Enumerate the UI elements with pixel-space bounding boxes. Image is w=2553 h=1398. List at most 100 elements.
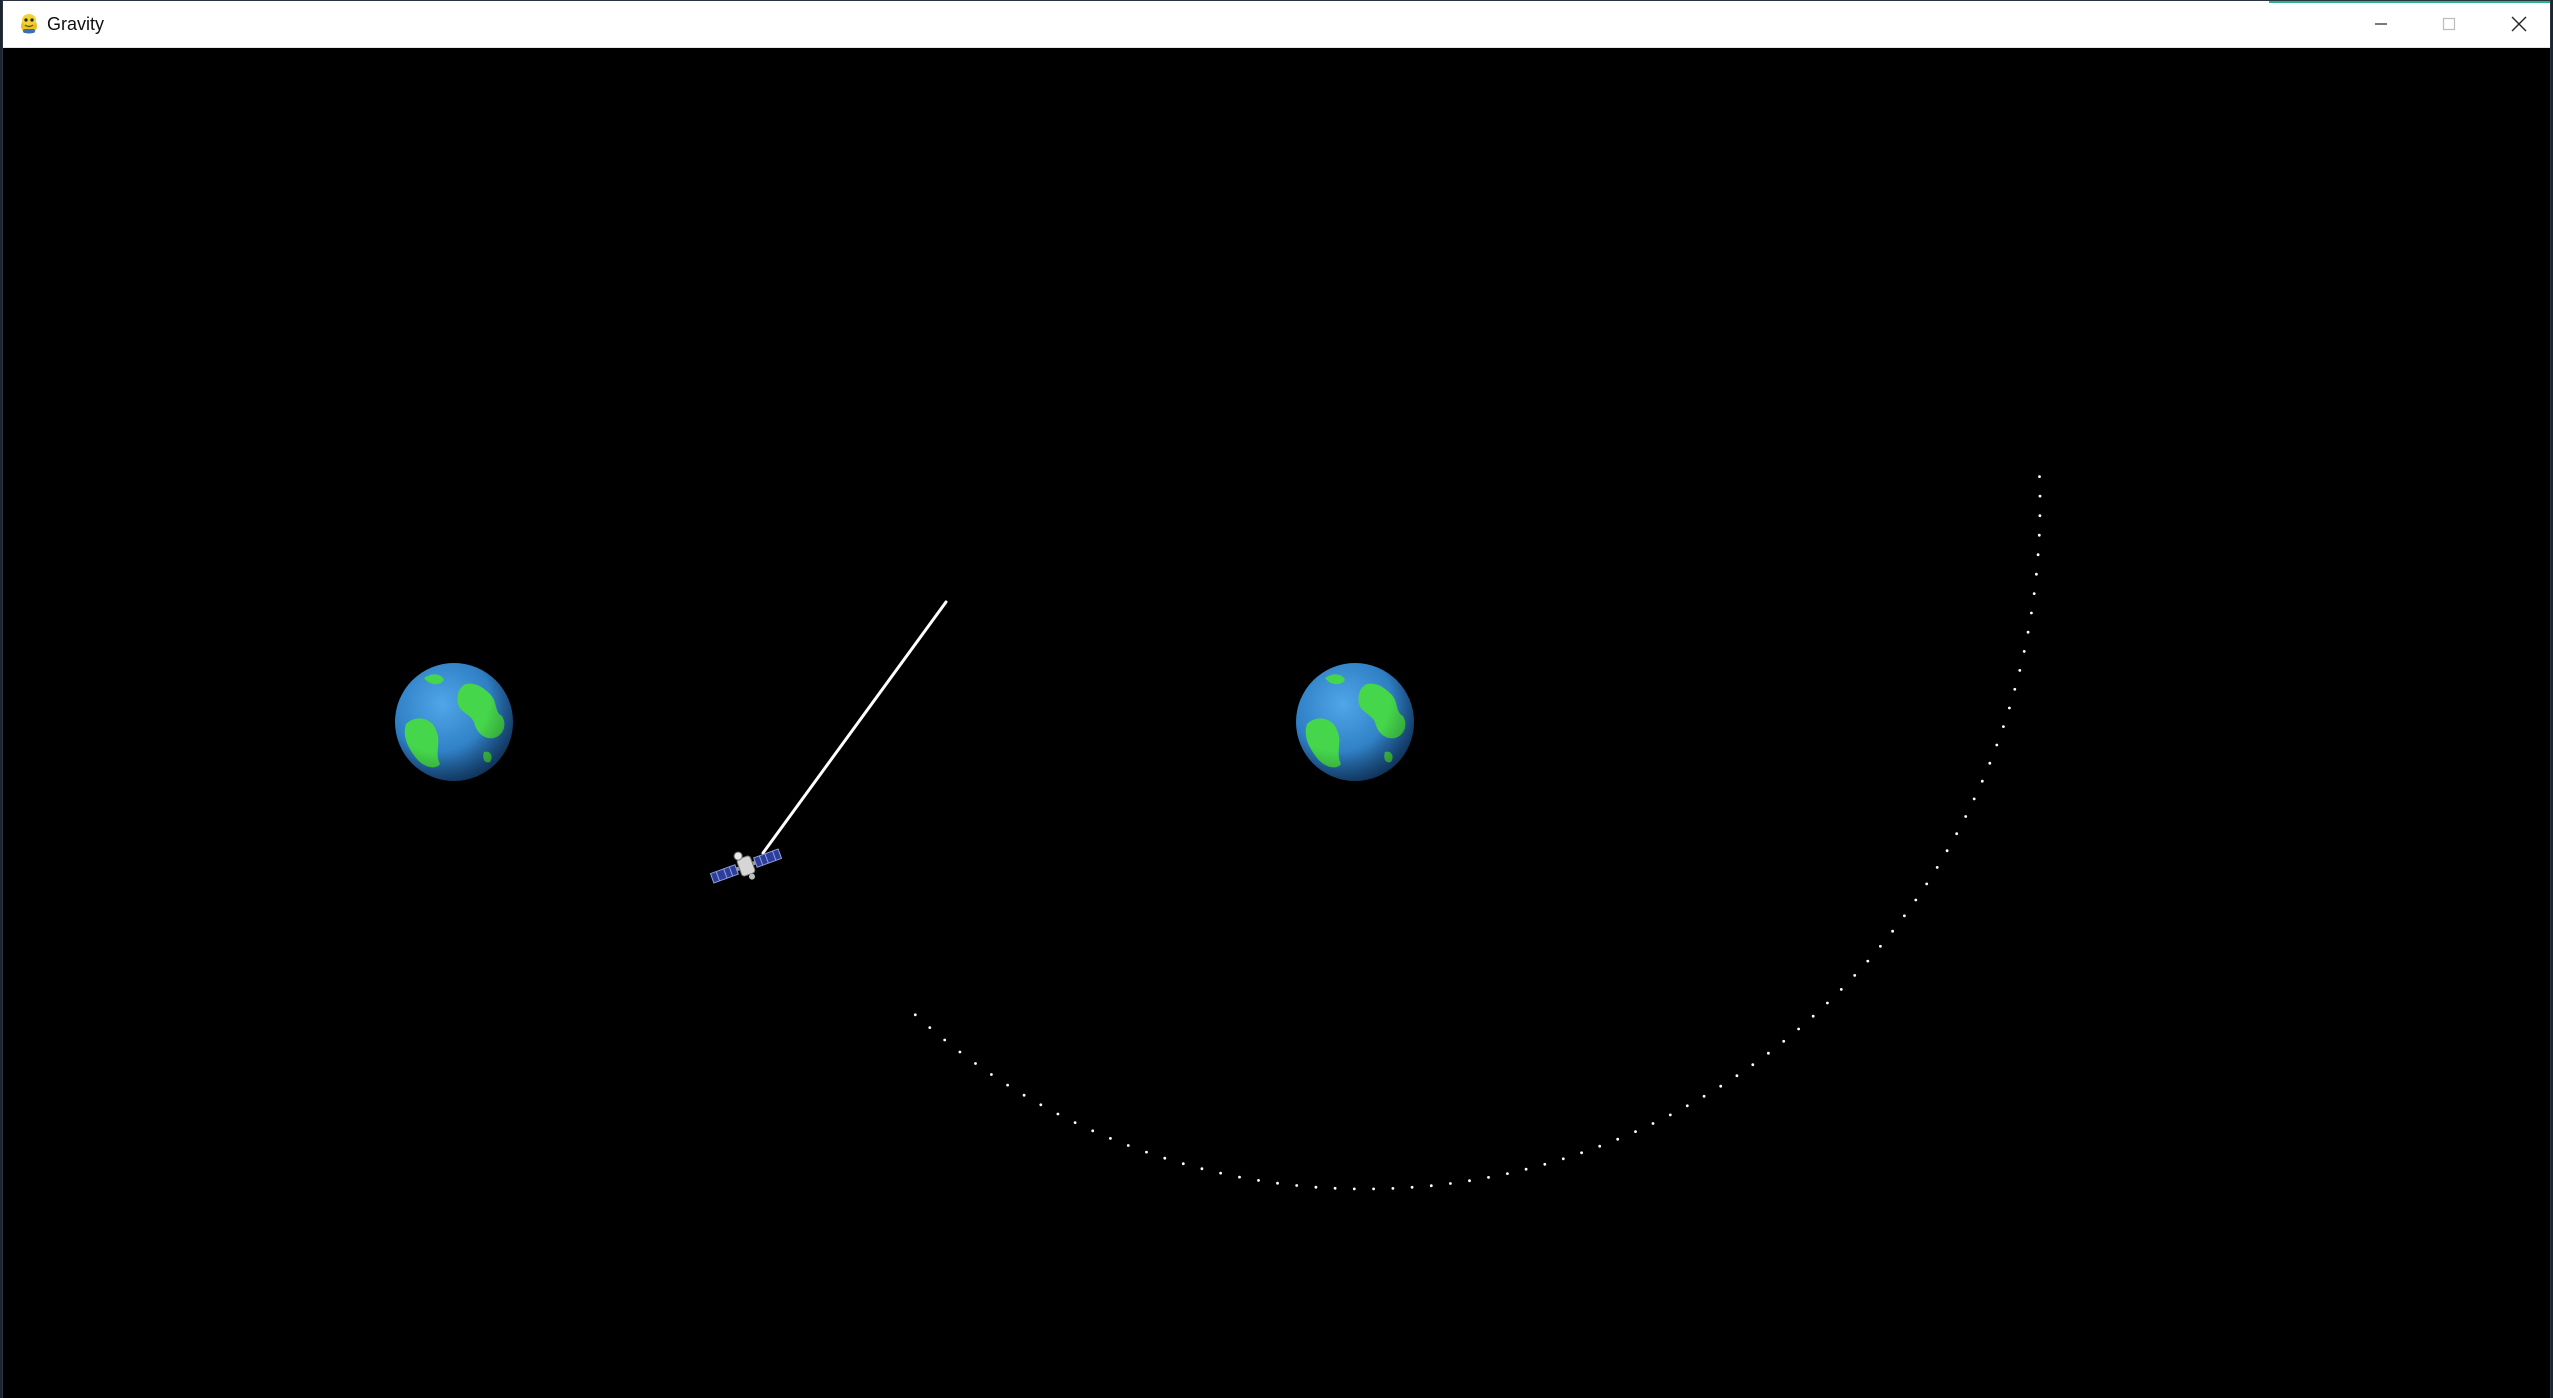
trajectory-path xyxy=(913,475,2042,1191)
trajectory-dot xyxy=(1891,929,1894,933)
trajectory-dot xyxy=(1995,743,1999,747)
trajectory-dot xyxy=(1980,779,1984,783)
trajectory-dot xyxy=(1735,1074,1739,1078)
trajectory-dot xyxy=(1372,1187,1375,1191)
trajectory-dot xyxy=(1866,959,1870,963)
game-canvas[interactable] xyxy=(3,48,2550,1398)
trajectory-dot xyxy=(1276,1181,1279,1185)
close-icon xyxy=(2510,15,2528,33)
trajectory-dot xyxy=(1634,1130,1637,1133)
trajectory-dot xyxy=(1702,1094,1706,1098)
trajectory-dot xyxy=(2035,572,2038,576)
trajectory-dot xyxy=(1616,1137,1620,1141)
close-button[interactable] xyxy=(2484,1,2550,47)
trajectory-dot xyxy=(2038,494,2042,498)
trajectory-dot xyxy=(1719,1084,1723,1088)
pygame-snake-icon xyxy=(17,12,41,36)
trajectory-dot xyxy=(2036,553,2040,557)
trajectory-dot xyxy=(928,1026,932,1029)
trajectory-dot xyxy=(1219,1171,1222,1175)
trajectory-dot xyxy=(2038,514,2042,518)
trajectory-dot xyxy=(2038,475,2041,478)
trajectory-dot xyxy=(1598,1144,1602,1148)
trajectory-dot xyxy=(1314,1185,1318,1189)
minimize-button[interactable] xyxy=(2346,1,2416,47)
trajectory-dot xyxy=(1651,1122,1655,1125)
title-bar[interactable]: Gravity xyxy=(3,1,2550,48)
trajectory-dot xyxy=(1429,1184,1433,1188)
trajectory-dot xyxy=(1685,1104,1689,1108)
trajectory-dot xyxy=(1022,1093,1026,1097)
trajectory-dot xyxy=(1914,898,1918,902)
trajectory-dot xyxy=(1903,914,1906,918)
trajectory-dot xyxy=(1449,1182,1452,1185)
trajectory-dot xyxy=(1964,815,1968,818)
trajectory-dot xyxy=(1543,1162,1547,1166)
trajectory-dot xyxy=(2018,669,2022,672)
maximize-icon xyxy=(2441,16,2457,32)
app-window: Gravity xyxy=(2,0,2551,1398)
earth-icon xyxy=(395,663,513,781)
trajectory-dot xyxy=(1126,1144,1130,1147)
trajectory-dot xyxy=(1879,944,1882,948)
trajectory-dot xyxy=(1839,988,1843,991)
trajectory-dot xyxy=(1333,1186,1337,1190)
trajectory-dot xyxy=(1811,1014,1815,1018)
trajectory-dot xyxy=(1006,1083,1009,1087)
trajectory-dot xyxy=(2037,533,2041,537)
trajectory-dot xyxy=(1853,974,1857,977)
trajectory-dot xyxy=(1955,832,1959,836)
satellite-icon[interactable] xyxy=(707,839,785,893)
trajectory-dot xyxy=(974,1062,977,1065)
trajectory-dot xyxy=(1238,1175,1241,1179)
trajectory-dot xyxy=(1826,1001,1829,1005)
trajectory-dot xyxy=(1073,1121,1077,1124)
trajectory-dot xyxy=(1767,1051,1770,1055)
trajectory-dot xyxy=(1580,1151,1583,1155)
trajectory-dot xyxy=(1972,797,1976,801)
trajectory-dot xyxy=(1668,1113,1672,1117)
earth-icon xyxy=(1296,663,1414,781)
trajectory-dot xyxy=(1925,882,1929,886)
trajectory-dot xyxy=(1295,1184,1299,1187)
trajectory-dot xyxy=(2032,592,2036,595)
trajectory-dot xyxy=(1782,1039,1786,1043)
window-title: Gravity xyxy=(47,14,105,34)
trajectory-dot xyxy=(1163,1156,1167,1160)
trajectory-dot xyxy=(1487,1176,1490,1179)
trajectory-dot xyxy=(1751,1063,1755,1067)
trajectory-dot xyxy=(2030,611,2033,615)
minimize-icon xyxy=(2373,16,2389,32)
trajectory-dot xyxy=(1561,1157,1565,1161)
maximize-button[interactable] xyxy=(2414,1,2484,47)
trajectory-dot xyxy=(1988,761,1992,765)
trajectory-dot xyxy=(2002,725,2005,728)
trajectory-dot xyxy=(1797,1027,1800,1031)
trajectory-dot xyxy=(1506,1172,1509,1175)
trajectory-dot xyxy=(2008,706,2011,710)
trajectory-dot xyxy=(1935,866,1939,869)
launch-vector-line xyxy=(761,600,948,855)
trajectory-dot xyxy=(2013,687,2017,691)
trajectory-dot xyxy=(2022,650,2026,653)
scene-svg xyxy=(395,475,2042,1191)
trajectory-dot xyxy=(1109,1137,1112,1140)
trajectory-dot xyxy=(1257,1179,1260,1182)
trajectory-dot xyxy=(2026,630,2030,634)
trajectory-dot xyxy=(1352,1187,1356,1191)
trajectory-dot xyxy=(1524,1167,1528,1171)
trajectory-dot xyxy=(1945,849,1949,853)
trajectory-dot xyxy=(1039,1103,1043,1107)
trajectory-dot xyxy=(1145,1150,1148,1154)
trajectory-dot xyxy=(1391,1187,1395,1190)
trajectory-dot xyxy=(1056,1112,1060,1116)
trajectory-dot xyxy=(943,1038,947,1042)
trajectory-dot xyxy=(1200,1167,1204,1171)
trajectory-dot xyxy=(1410,1185,1414,1189)
trajectory-dot xyxy=(1468,1179,1471,1183)
trajectory-dot xyxy=(990,1073,993,1076)
trajectory-dot xyxy=(913,1013,917,1017)
trajectory-dot xyxy=(958,1050,962,1054)
trajectory-dot xyxy=(1181,1162,1185,1166)
trajectory-dot xyxy=(1091,1129,1095,1133)
